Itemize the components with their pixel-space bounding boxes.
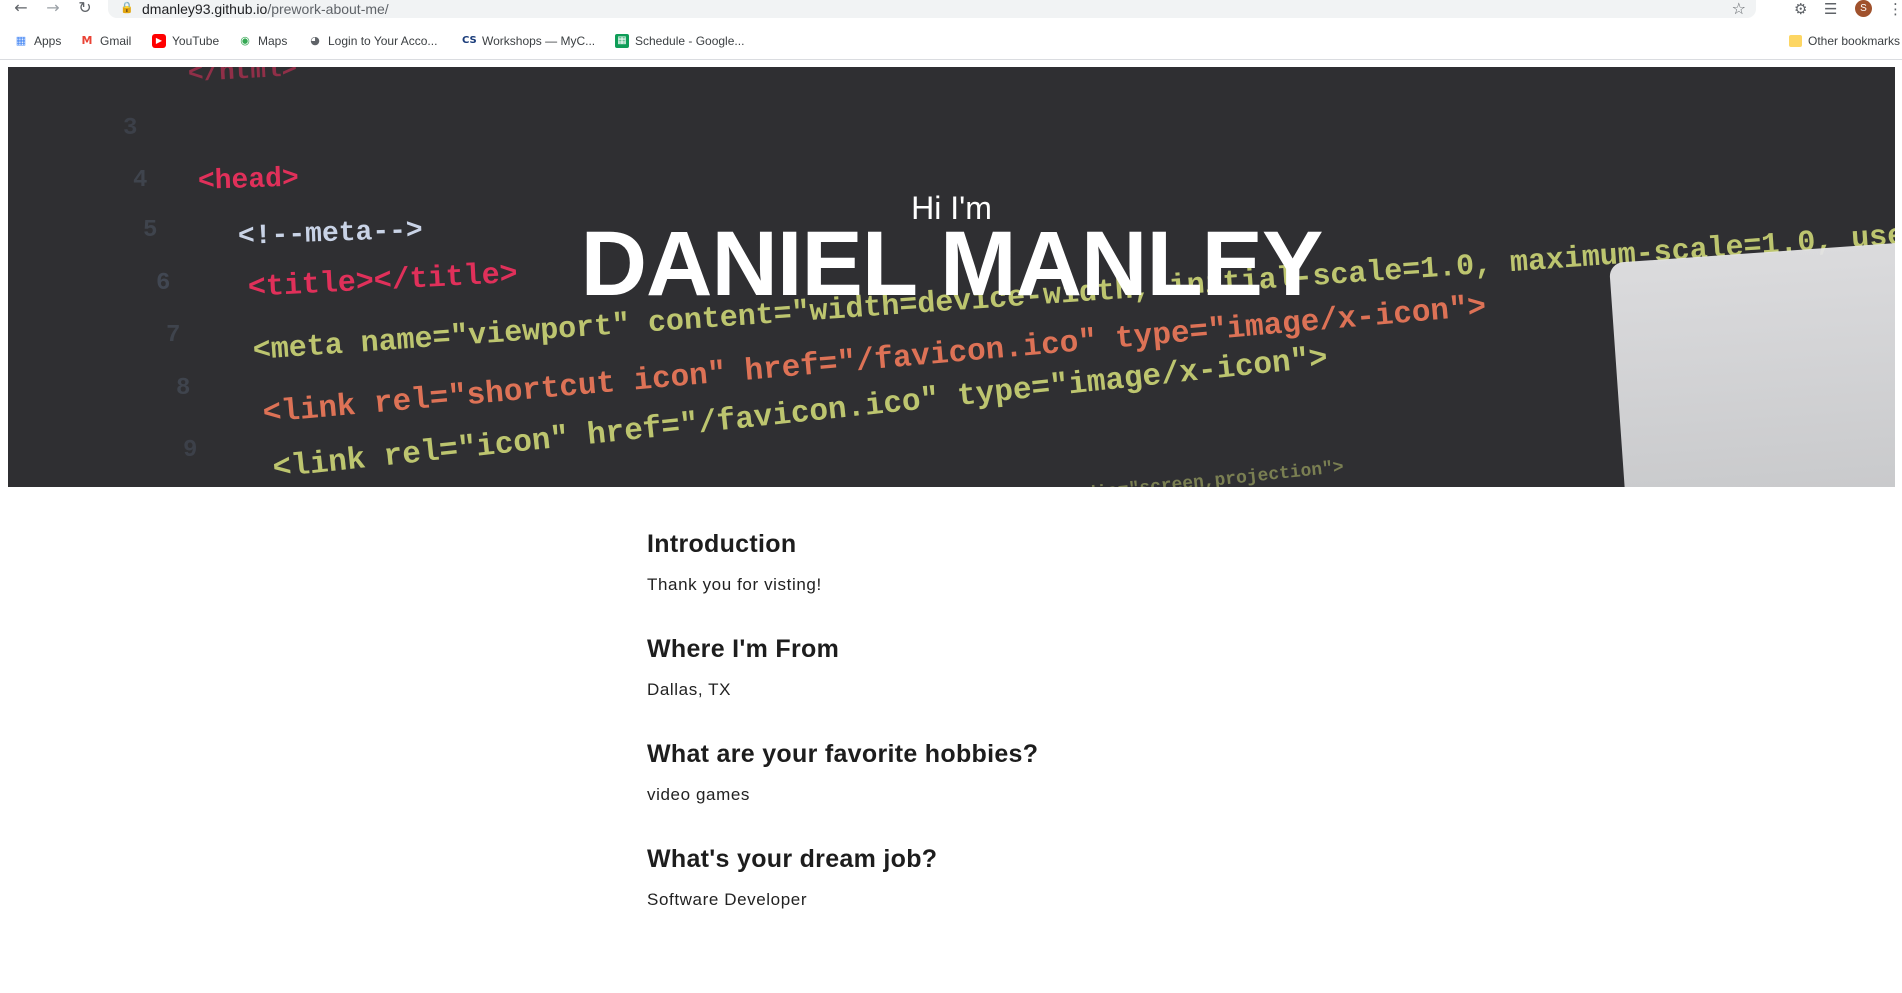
hero-title: DANIEL MANLEY — [580, 213, 1324, 315]
gmail-icon: M — [81, 34, 93, 47]
extensions-icon[interactable]: ⚙ — [1794, 0, 1807, 18]
browser-toolbar: ← → ↻ 🔒 dmanley93.github.io/prework-abou… — [0, 0, 1902, 19]
line-number: 3 — [123, 115, 138, 142]
line-number: 7 — [166, 322, 181, 349]
menu-kebab-icon[interactable]: ⋮ — [1888, 0, 1902, 18]
section-body: Software Developer — [647, 890, 808, 909]
reload-icon[interactable]: ↻ — [74, 0, 96, 17]
section-introduction: Introduction Thank you for visting! — [647, 530, 1347, 595]
bookmark-workshops[interactable]: CS Workshops — MyC... — [462, 32, 595, 50]
bookmark-label: Apps — [34, 34, 62, 48]
code-line: </html> — [187, 67, 298, 89]
section-dream-job: What's your dream job? Software Develope… — [647, 845, 1347, 910]
section-body: video games — [647, 785, 750, 804]
sheets-icon: ▦ — [615, 34, 629, 48]
code-line: /materialize.min.css" media="screen,proj… — [827, 458, 1345, 487]
cs-icon: CS — [462, 35, 477, 46]
hero-banner: 3 4 5 6 7 8 9 </html> <head> <!--meta-->… — [8, 67, 1895, 487]
bookmark-label: Workshops — MyC... — [482, 34, 596, 48]
bookmark-gmail[interactable]: M Gmail — [80, 32, 132, 50]
bookmark-label: Other bookmarks — [1808, 34, 1901, 48]
section-where-from: Where I'm From Dallas, TX — [647, 635, 1347, 700]
maps-icon: ◉ — [240, 34, 250, 47]
url-domain: dmanley93.github.io — [142, 1, 268, 17]
section-hobbies: What are your favorite hobbies? video ga… — [647, 740, 1347, 805]
globe-icon: ◕ — [310, 34, 320, 47]
section-heading: Where I'm From — [647, 635, 840, 663]
toolbar-divider — [0, 59, 1902, 60]
youtube-icon: ▶ — [152, 34, 166, 48]
bookmark-label: Maps — [258, 34, 288, 48]
bookmark-login[interactable]: ◕ Login to Your Acco... — [308, 32, 437, 50]
back-arrow-icon[interactable]: ← — [10, 0, 32, 17]
bookmark-label: Schedule - Google... — [635, 34, 745, 48]
section-body: Dallas, TX — [647, 680, 732, 699]
bookmark-star-icon[interactable]: ☆ — [1732, 0, 1746, 18]
section-heading: Introduction — [647, 530, 797, 558]
url-path: /prework-about-me/ — [267, 1, 389, 17]
bookmark-youtube[interactable]: ▶ YouTube — [152, 32, 219, 50]
bookmark-label: Gmail — [100, 34, 132, 48]
profile-avatar[interactable]: S — [1855, 0, 1872, 17]
line-number: 8 — [176, 375, 191, 402]
address-bar[interactable]: 🔒 dmanley93.github.io/prework-about-me/ … — [108, 0, 1756, 18]
media-control-icon[interactable]: ☰ — [1824, 0, 1837, 18]
section-heading: What's your dream job? — [647, 845, 938, 873]
url-text: dmanley93.github.io/prework-about-me/ — [142, 1, 389, 17]
bookmark-apps[interactable]: ▦ Apps — [14, 32, 62, 50]
line-number: 9 — [183, 437, 198, 464]
section-heading: What are your favorite hobbies? — [647, 740, 1039, 768]
main-content: Introduction Thank you for visting! Wher… — [647, 530, 1347, 950]
bookmark-label: YouTube — [172, 34, 220, 48]
bookmarks-bar: ▦ Apps M Gmail ▶ YouTube ◉ Maps ◕ Login … — [0, 28, 1902, 52]
bookmark-schedule[interactable]: ▦ Schedule - Google... — [615, 32, 744, 50]
bookmark-other[interactable]: Other bookmarks — [1789, 32, 1900, 50]
bookmark-maps[interactable]: ◉ Maps — [238, 32, 287, 50]
folder-icon — [1789, 35, 1802, 47]
apps-grid-icon: ▦ — [15, 34, 27, 47]
bookmark-label: Login to Your Acco... — [328, 34, 438, 48]
section-body: Thank you for visting! — [647, 575, 822, 594]
forward-arrow-icon[interactable]: → — [42, 0, 64, 17]
lock-icon: 🔒 — [120, 1, 134, 14]
